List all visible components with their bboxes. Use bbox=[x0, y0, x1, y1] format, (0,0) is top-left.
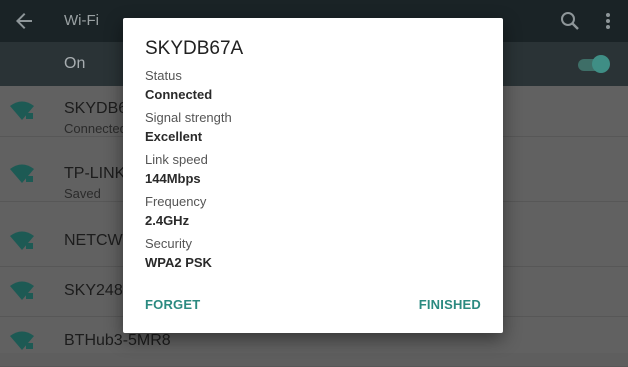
field-value: Connected bbox=[145, 87, 213, 102]
field-value: 144Mbps bbox=[145, 171, 201, 186]
wifi-settings-screen: Wi-Fi On SKYDB67 Connected TP-LINK_ Save… bbox=[0, 0, 628, 367]
field-value: WPA2 PSK bbox=[145, 255, 212, 270]
link-speed-field: Link speed 144Mbps bbox=[145, 152, 465, 188]
wifi-locked-icon bbox=[10, 101, 34, 120]
wifi-locked-icon bbox=[10, 331, 34, 350]
field-value: Excellent bbox=[145, 129, 203, 144]
more-options-icon[interactable] bbox=[598, 9, 618, 33]
network-name: SKY2485 bbox=[64, 282, 132, 299]
status-field: Status Connected bbox=[145, 68, 465, 104]
security-field: Security WPA2 PSK bbox=[145, 236, 465, 272]
wifi-toggle[interactable] bbox=[576, 55, 612, 73]
field-label: Frequency bbox=[145, 194, 207, 209]
dialog-title: SKYDB67A bbox=[145, 38, 244, 59]
page-title: Wi-Fi bbox=[64, 12, 99, 29]
back-arrow-icon[interactable] bbox=[12, 9, 36, 33]
wifi-locked-icon bbox=[10, 231, 34, 250]
signal-strength-field: Signal strength Excellent bbox=[145, 110, 465, 146]
network-status: Connected bbox=[64, 121, 127, 136]
field-label: Security bbox=[145, 236, 192, 251]
wifi-state-label: On bbox=[64, 55, 86, 72]
network-status: Saved bbox=[64, 186, 101, 201]
forget-button[interactable]: FORGET bbox=[145, 297, 200, 312]
toggle-knob bbox=[592, 55, 610, 73]
finished-button[interactable]: FINISHED bbox=[419, 297, 481, 312]
wifi-locked-icon bbox=[10, 281, 34, 300]
network-name: BTHub3-5MR8 bbox=[64, 332, 171, 349]
field-label: Status bbox=[145, 68, 182, 83]
field-label: Link speed bbox=[145, 152, 208, 167]
search-icon[interactable] bbox=[558, 9, 582, 33]
field-label: Signal strength bbox=[145, 110, 232, 125]
frequency-field: Frequency 2.4GHz bbox=[145, 194, 465, 230]
field-value: 2.4GHz bbox=[145, 213, 190, 228]
wifi-locked-icon bbox=[10, 164, 34, 183]
network-details-dialog: SKYDB67A Status Connected Signal strengt… bbox=[123, 18, 503, 333]
